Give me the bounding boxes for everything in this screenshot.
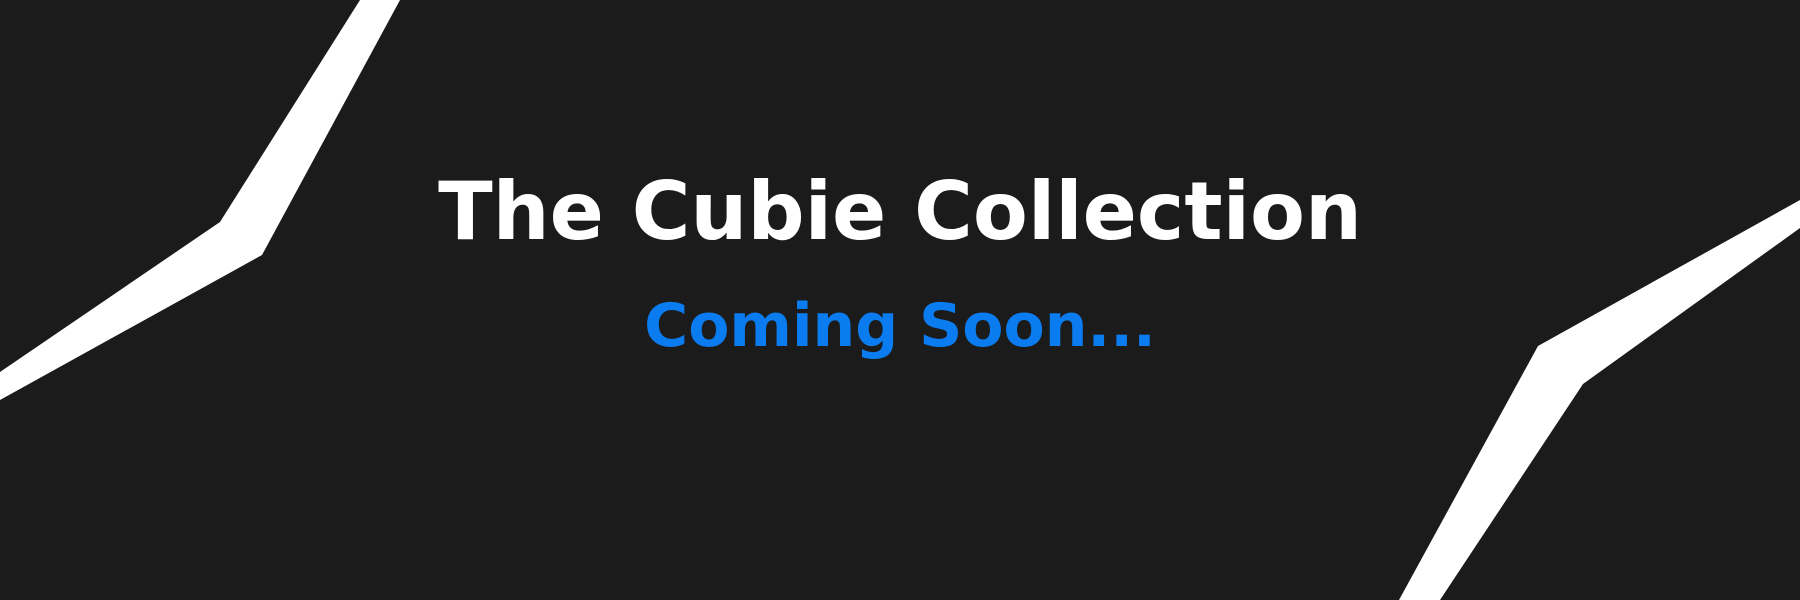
coming-soon-banner: The Cubie Collection Coming Soon... [0, 0, 1800, 600]
page-title: The Cubie Collection [438, 165, 1362, 258]
right-stripe [1399, 200, 1800, 600]
coming-soon-subtitle: Coming Soon... [644, 291, 1156, 361]
